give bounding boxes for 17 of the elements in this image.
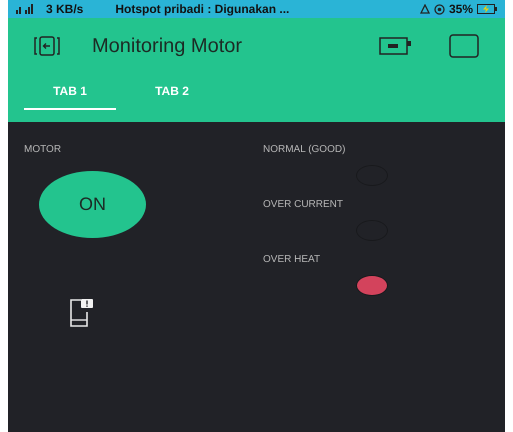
motor-power-button[interactable]: ON bbox=[39, 171, 146, 238]
notification-text: Hotspot pribadi : Digunakan ... bbox=[115, 1, 290, 18]
notification-device-icon bbox=[69, 298, 95, 328]
square-icon[interactable] bbox=[449, 34, 479, 58]
app-title: Monitoring Motor bbox=[92, 34, 242, 59]
network-speed: 3 KB/s bbox=[46, 1, 84, 18]
led-label: OVER HEAT bbox=[263, 253, 322, 267]
device-icon[interactable] bbox=[379, 36, 413, 56]
battery-icon bbox=[477, 4, 497, 14]
led-label: NORMAL (GOOD) bbox=[263, 143, 346, 157]
motor-label: MOTOR bbox=[24, 143, 62, 157]
hotspot-icon bbox=[434, 4, 445, 14]
led-label: OVER CURRENT bbox=[263, 198, 344, 212]
tab[interactable]: TAB 2 bbox=[126, 74, 218, 110]
tab[interactable]: TAB 1 bbox=[24, 74, 116, 110]
battery-percent: 35% bbox=[448, 1, 473, 18]
exit-icon[interactable] bbox=[34, 35, 60, 57]
